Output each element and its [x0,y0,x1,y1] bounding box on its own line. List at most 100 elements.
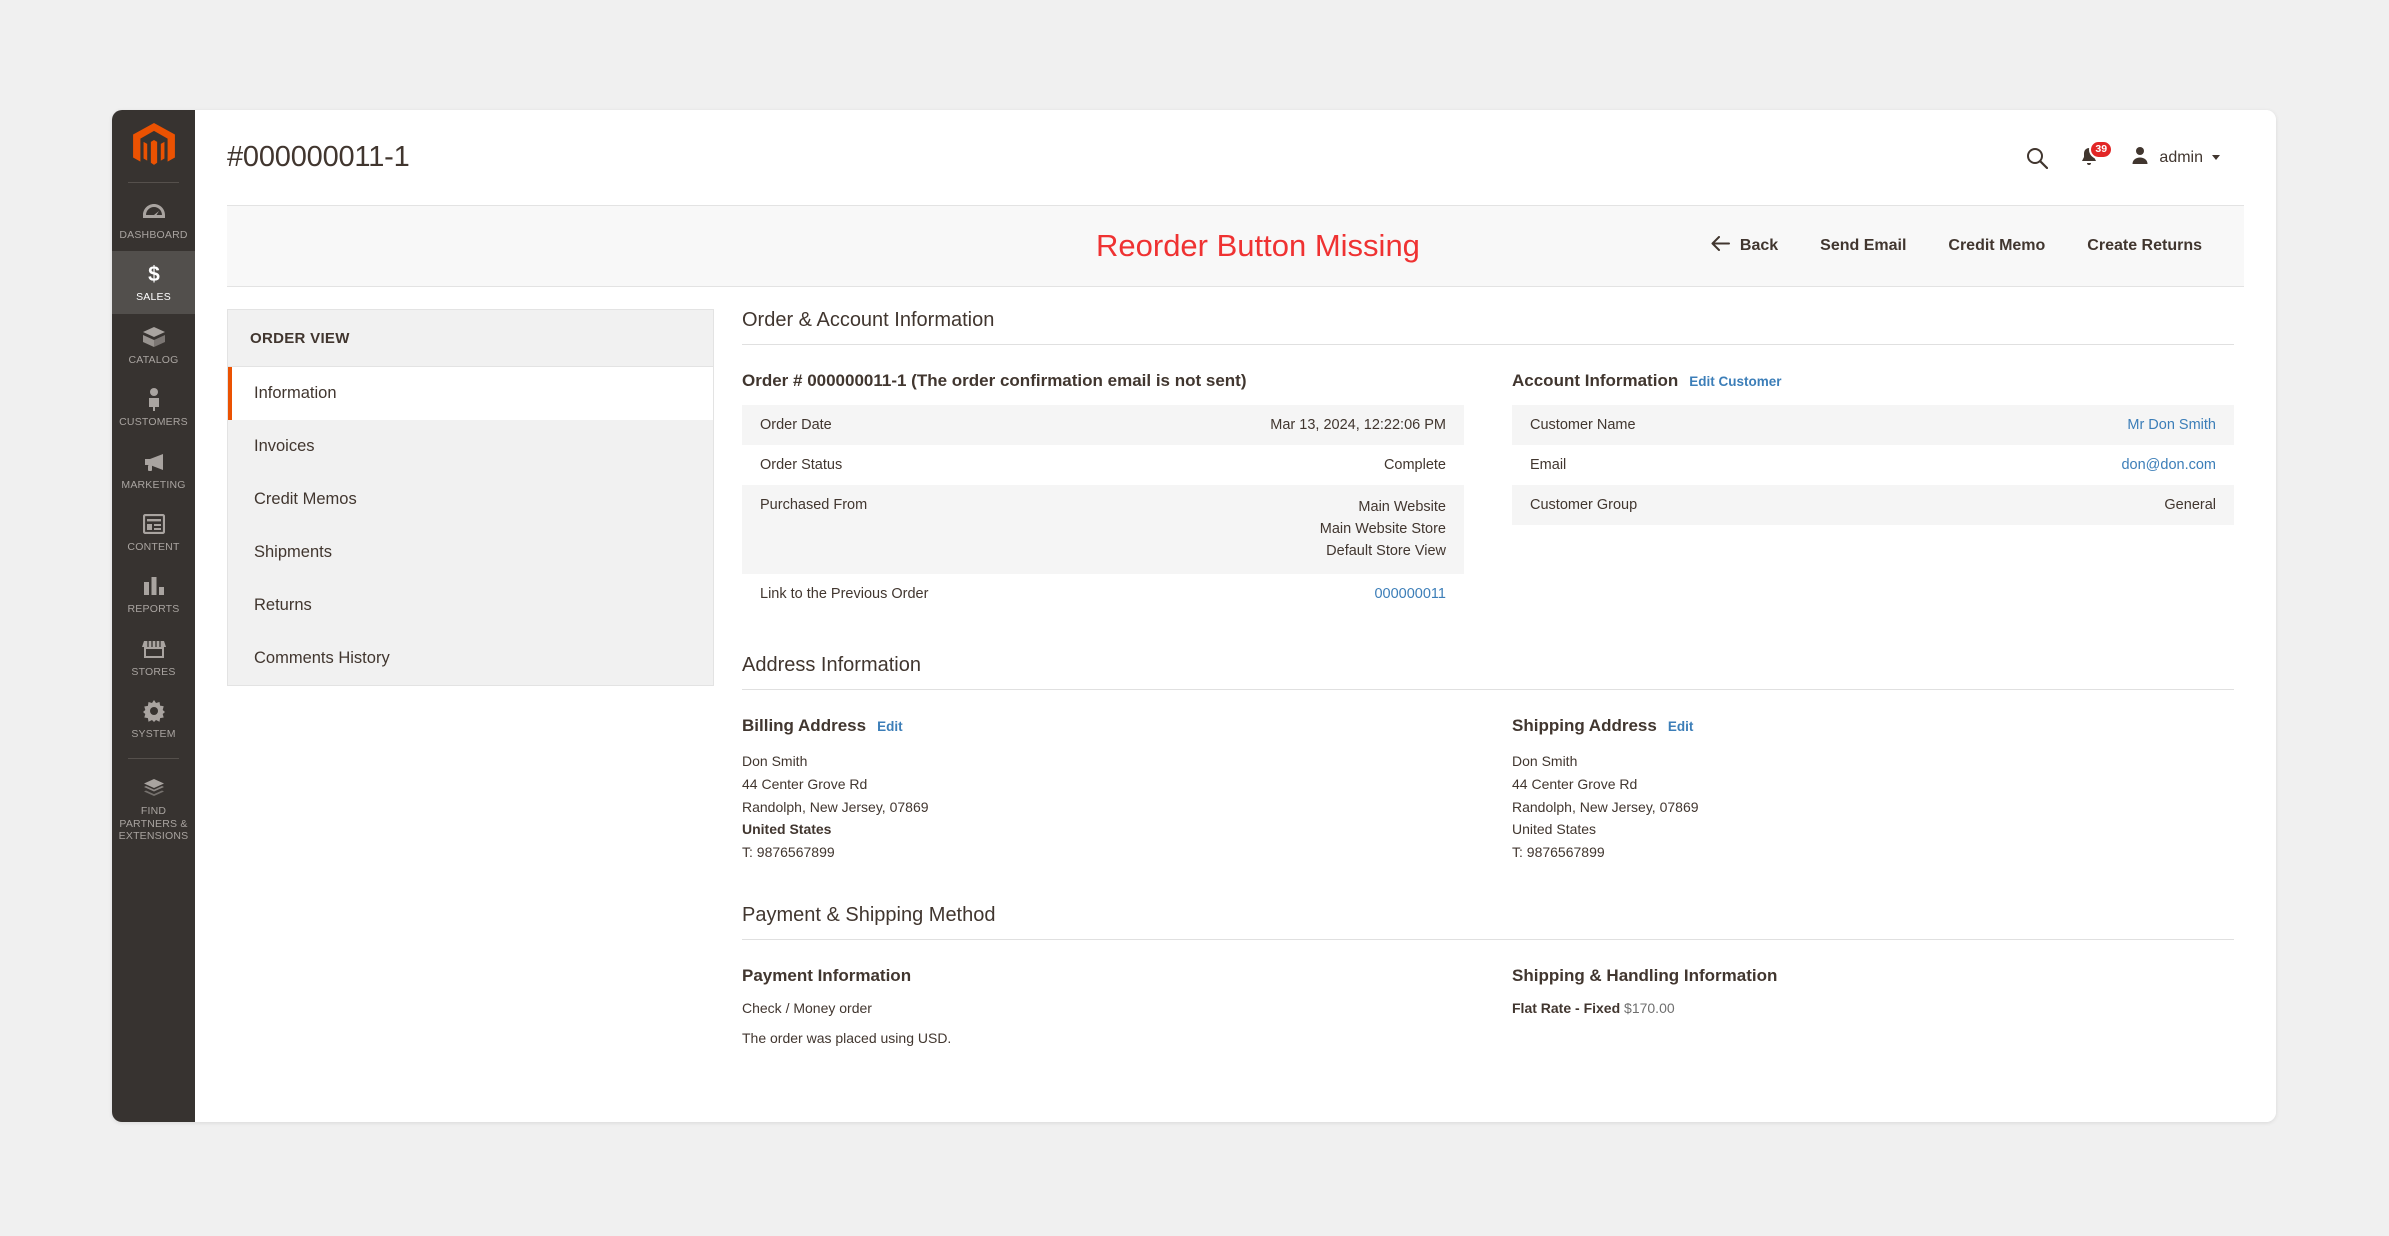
primary-sidebar: DASHBOARD $ SALES CATALOG CUSTOMERS MARK… [112,110,195,1122]
back-button[interactable]: Back [1711,236,1778,256]
send-email-button[interactable]: Send Email [1820,237,1906,255]
order-view-item-invoices[interactable]: Invoices [228,420,713,473]
credit-memo-button[interactable]: Credit Memo [1948,237,2045,255]
previous-order-value[interactable]: 000000011 [1374,586,1446,602]
sidebar-item-label: CUSTOMERS [119,416,188,429]
create-returns-button[interactable]: Create Returns [2087,237,2202,255]
billing-address-block: Don Smith 44 Center Grove Rd Randolph, N… [742,750,1464,863]
table-row: Purchased From Main Website Main Website… [742,485,1464,575]
shipping-address-edit-link[interactable]: Edit [1668,719,1694,734]
address-columns: Billing Address Edit Don Smith 44 Center… [742,716,2234,863]
customers-icon [141,387,167,412]
shipping-line: T: 9876567899 [1512,843,1605,860]
search-icon[interactable] [2026,147,2049,169]
previous-order-label: Link to the Previous Order [760,586,929,603]
sidebar-item-reports[interactable]: REPORTS [112,563,195,625]
sidebar-item-customers[interactable]: CUSTOMERS [112,376,195,438]
order-view-item-shipments[interactable]: Shipments [228,526,713,579]
shipping-method: Flat Rate - Fixed [1512,999,1621,1016]
shipping-line: 44 Center Grove Rd [1512,775,1638,792]
top-bar-controls: 39 admin [2026,139,2220,170]
payment-currency-note: The order was placed using USD. [742,1029,952,1046]
customer-group-label: Customer Group [1530,497,1638,513]
order-view-nav: ORDER VIEW Information Invoices Credit M… [227,309,714,686]
sidebar-item-sales[interactable]: $ SALES [112,251,195,314]
dashboard-icon [141,200,167,224]
sales-icon: $ [141,262,167,286]
user-avatar-icon [2130,145,2150,170]
shipping-address-column: Shipping Address Edit Don Smith 44 Cente… [1512,716,2234,863]
customer-name-link[interactable]: Mr Don Smith [2127,417,2216,433]
billing-address-heading: Billing Address Edit [742,716,1464,736]
edit-customer-link[interactable]: Edit Customer [1689,374,1781,389]
page-title: #000000011-1 [227,141,410,173]
shipping-handling-column: Shipping & Handling Information Flat Rat… [1512,966,2234,1060]
order-status-label: Order Status [760,457,843,473]
email-value[interactable]: don@don.com [1890,445,2234,485]
magento-logo[interactable] [112,110,195,182]
order-view-heading: ORDER VIEW [228,310,713,367]
catalog-icon [141,325,167,349]
order-view-item-comments-history[interactable]: Comments History [228,632,713,685]
sidebar-item-label: FIND PARTNERS & EXTENSIONS [118,805,189,843]
billing-line: 44 Center Grove Rd [742,775,868,792]
shipping-amount: $170.00 [1624,999,1675,1016]
account-information-column: Account Information Edit Customer Custom… [1512,371,2234,614]
stores-icon [141,637,167,661]
sidebar-item-marketing[interactable]: MARKETING [112,439,195,501]
svg-text:$: $ [148,263,160,286]
account-information-table: Customer Name Mr Don Smith Email don@don… [1512,405,2234,525]
arrow-left-icon [1711,236,1730,256]
information-panel: Order & Account Information Order # 0000… [742,309,2244,1122]
sidebar-item-system[interactable]: SYSTEM [112,688,195,750]
sidebar-item-catalog[interactable]: CATALOG [112,314,195,376]
content-area: ORDER VIEW Information Invoices Credit M… [195,287,2276,1122]
top-bar: #000000011-1 39 admin [195,110,2276,205]
shipping-address-heading: Shipping Address Edit [1512,716,2234,736]
action-bar: Reorder Button Missing Back Send Email C… [227,205,2244,287]
section-divider [742,938,2234,940]
shipping-address-block: Don Smith 44 Center Grove Rd Randolph, N… [1512,750,2234,863]
content-icon [141,512,167,536]
payment-information-title: Payment Information [742,965,912,985]
chevron-down-icon [2212,155,2220,160]
reports-icon [141,574,167,598]
table-row: Link to the Previous Order 000000011 [742,574,1464,615]
sidebar-item-stores[interactable]: STORES [112,626,195,688]
customer-name-label: Customer Name [1530,417,1636,433]
table-row: Customer Group General [1512,485,2234,525]
sidebar-item-find-partners[interactable]: FIND PARTNERS & EXTENSIONS [112,765,195,852]
sidebar-item-dashboard[interactable]: DASHBOARD [112,189,195,251]
sidebar-item-content[interactable]: CONTENT [112,501,195,563]
order-status-value: Complete [1383,457,1446,473]
email-link[interactable]: don@don.com [2121,457,2216,473]
purchased-from-label: Purchased From [760,497,868,513]
order-heading: Order # 000000011-1 (The order confirmat… [742,371,1464,391]
email-label: Email [1530,457,1567,473]
shipping-line: Randolph, New Jersey, 07869 [1512,798,1699,815]
sidebar-item-label: STORES [131,665,176,678]
order-date-label: Order Date [760,417,832,433]
billing-line: United States [742,821,832,838]
billing-address-edit-link[interactable]: Edit [877,719,903,734]
shipping-handling-title: Shipping & Handling Information [1512,965,1778,985]
previous-order-link[interactable]: 000000011 [1097,574,1464,614]
sidebar-item-label: DASHBOARD [119,229,188,241]
sidebar-divider-bottom [128,758,179,760]
customer-name-value[interactable]: Mr Don Smith [1890,405,2234,445]
back-label: Back [1739,237,1779,254]
marketing-icon [141,450,167,474]
main-area: #000000011-1 39 admin Reorder Button Mis… [195,110,2276,1122]
order-view-item-information[interactable]: Information [228,367,713,420]
notifications-bell-icon[interactable]: 39 [2078,139,2114,169]
table-row: Email don@don.com [1512,445,2234,485]
order-view-item-credit-memos[interactable]: Credit Memos [228,473,713,526]
address-section-title: Address Information [742,654,921,677]
sidebar-item-label: CONTENT [127,540,180,553]
section-divider [742,689,2234,691]
partners-icon [141,776,167,800]
sidebar-item-label: REPORTS [127,603,180,616]
order-view-item-returns[interactable]: Returns [228,579,713,632]
admin-menu[interactable]: admin [2130,145,2220,170]
order-information-column: Order # 000000011-1 (The order confirmat… [742,371,1464,615]
